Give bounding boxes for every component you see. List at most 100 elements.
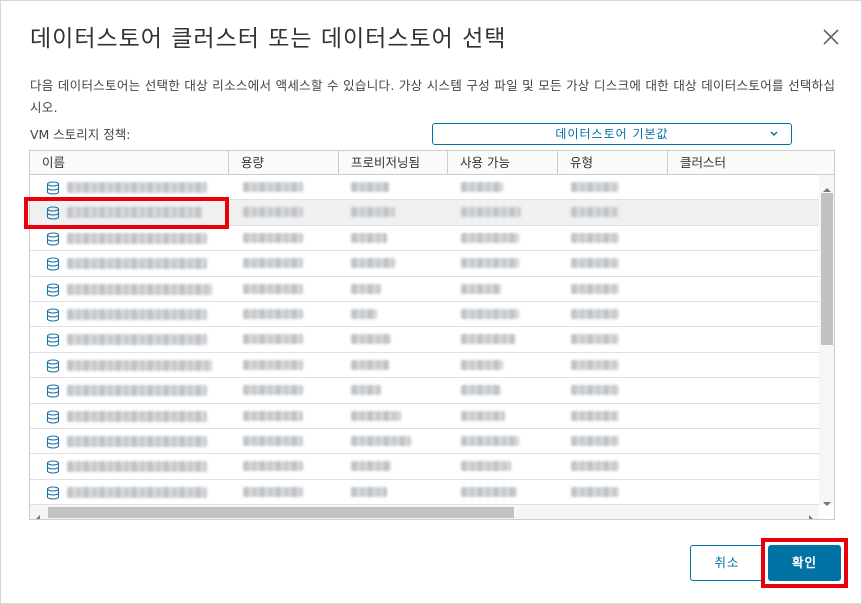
- grid-header: 이름 용량 프로비저닝됨 사용 가능 유형 클러스터: [30, 151, 834, 175]
- close-icon[interactable]: [819, 25, 843, 49]
- datastore-type: VMFS 6: [571, 309, 619, 319]
- column-header-type[interactable]: 유형: [558, 151, 668, 175]
- datastore-provisioned: x.xx TB: [351, 461, 391, 472]
- datastore-type: VMFS 6: [571, 410, 619, 421]
- datastore-select-dialog: 데이터스토어 클러스터 또는 데이터스토어 선택 다음 데이터스토어는 선택한 …: [0, 0, 862, 604]
- datastore-free: x.xx TB: [461, 182, 503, 192]
- datastore-type: VMFS 6: [571, 207, 619, 218]
- table-row[interactable]: Datastore-12 xxx.xx TB x.xx TB x.xx TB VMFS …: [30, 454, 819, 480]
- column-header-capacity[interactable]: 용량: [229, 151, 339, 175]
- datastore-name: Datastore-05: [67, 283, 212, 295]
- datastore-free: x.xx TB: [461, 486, 517, 497]
- datastore-free: x.xx TB: [461, 410, 505, 421]
- datastore-provisioned: x.xx TB: [351, 486, 387, 497]
- datastore-name: Datastore-09: [67, 385, 207, 397]
- datastore-capacity: xxx.xx TB: [243, 334, 303, 345]
- datastore-name: Datastore-11: [67, 436, 207, 447]
- column-header-cluster[interactable]: 클러스터: [668, 151, 819, 175]
- datastore-icon: [46, 256, 60, 271]
- datastore-type: VMFS 6: [571, 385, 619, 396]
- datastore-type: VMFS 6: [571, 232, 619, 243]
- vertical-scrollbar[interactable]: [819, 175, 834, 506]
- datastore-icon: [46, 358, 60, 373]
- datastore-type: VMFS 6: [571, 486, 619, 497]
- column-header-name[interactable]: 이름: [30, 151, 229, 175]
- datastore-type: VMFS 6: [571, 359, 619, 370]
- column-header-provisioned[interactable]: 프로비저닝됨: [339, 151, 448, 175]
- table-row[interactable]: Datastore-11 xxx.xx TB x.xx TB xxx.xx TB VMF…: [30, 429, 819, 455]
- table-row[interactable]: Datastore-08 xxx.xx TB x.xx TB x.xx TB VMFS …: [30, 353, 819, 379]
- datastore-provisioned: x.xx TB: [351, 283, 381, 294]
- table-row[interactable]: Datastore-02 xxx.xx TB x.xx TB xxx.xx TB VMF…: [30, 200, 819, 226]
- datastore-provisioned: x.xx TB: [351, 207, 395, 218]
- datastore-name: Datastore-02: [67, 207, 202, 219]
- datastore-capacity: xxx.xx TB: [243, 410, 303, 421]
- vertical-scroll-thumb[interactable]: [821, 193, 833, 345]
- datastore-free: x.xx TB: [461, 461, 511, 472]
- dialog-description: 다음 데이터스토어는 선택한 대상 리소스에서 액세스할 수 있습니다. 가상 …: [30, 78, 836, 115]
- table-row[interactable]: Datastore-07 xxx.xx TB x.xx TB x.xx TB VMFS …: [30, 327, 819, 353]
- table-row[interactable]: Datastore-10 xxx.xx TB xxx.xx TB x.xx TB VMF…: [30, 404, 819, 429]
- table-row[interactable]: Datastore-06 xxx.xx TB x.xx TB xxx.xx TB VMF…: [30, 302, 819, 328]
- datastore-capacity: xxx.xx TB: [243, 182, 303, 192]
- datastore-icon: [46, 307, 60, 322]
- datastore-capacity: xxx.xx TB: [243, 283, 303, 294]
- cancel-button[interactable]: 취소: [690, 545, 764, 581]
- storage-policy-select[interactable]: 데이터스토어 기본값: [432, 123, 792, 145]
- table-row[interactable]: Datastore-03 xxx.xx TB x.xx TB xxx.xx TB VMF…: [30, 226, 819, 252]
- datastore-name: Datastore-08: [67, 359, 212, 371]
- ok-button[interactable]: 확인: [768, 545, 841, 581]
- datastore-name: Datastore-04: [67, 258, 207, 270]
- table-row[interactable]: Datastore-05 xxx.xx TB x.xx TB x.xx TB VMFS …: [30, 277, 819, 302]
- table-row[interactable]: Datastore-13 xxx.xx TB x.xx TB x.xx TB VMFS …: [30, 480, 819, 505]
- datastore-free: xxx.xx TB: [461, 232, 519, 243]
- datastore-capacity: xxx.xx TB: [243, 309, 303, 319]
- datastore-free: x.xx TB: [461, 334, 515, 345]
- scroll-left-arrow-icon[interactable]: [34, 508, 42, 519]
- datastore-name: Datastore-12: [67, 461, 207, 473]
- scroll-up-arrow-icon[interactable]: [823, 179, 831, 192]
- datastore-icon: [46, 459, 60, 474]
- chevron-down-icon: [769, 124, 779, 144]
- scroll-right-arrow-icon[interactable]: [807, 508, 815, 519]
- column-header-free[interactable]: 사용 가능: [448, 151, 558, 175]
- storage-policy-value: 데이터스토어 기본값: [555, 127, 669, 141]
- datastore-free: x.xx TB: [461, 385, 501, 396]
- datastore-icon: [46, 434, 60, 449]
- datastore-free: xxx.xx TB: [461, 436, 519, 446]
- datastore-icon: [46, 205, 60, 220]
- datastore-name: Datastore-03: [67, 232, 207, 244]
- scroll-down-arrow-icon[interactable]: [823, 493, 831, 506]
- datastore-type: VMFS 6: [571, 182, 619, 192]
- datastore-name: Datastore-07: [67, 334, 207, 346]
- datastore-capacity: xxx.xx TB: [243, 359, 303, 370]
- table-row[interactable]: Datastore-09 xxx.xx TB x.xx TB x.xx TB VMFS …: [30, 378, 819, 404]
- datastore-type: VMFS 6: [571, 283, 619, 294]
- storage-policy-label: VM 스토리지 정책:: [30, 127, 131, 142]
- datastore-capacity: xxx.xx TB: [243, 207, 303, 218]
- datastore-provisioned: x.xx TB: [351, 436, 411, 446]
- datastore-type: VMFS 6: [571, 334, 619, 345]
- datastore-capacity: xxx.xx TB: [243, 436, 303, 446]
- horizontal-scroll-thumb[interactable]: [48, 507, 514, 518]
- datastore-provisioned: xxx.xx TB: [351, 410, 401, 421]
- datastore-capacity: xxx.xx TB: [243, 258, 303, 269]
- horizontal-scrollbar[interactable]: [30, 505, 819, 519]
- datastore-provisioned: x.xx TB: [351, 232, 387, 243]
- datastore-type: VMFS 6: [571, 258, 619, 269]
- datastore-provisioned: x.xx TB: [351, 359, 389, 370]
- datastore-capacity: xxx.xx TB: [243, 461, 303, 472]
- datastore-free: xxx.xx TB: [461, 309, 519, 319]
- datastore-free: x.xx TB: [461, 283, 501, 294]
- datastore-name: Datastore-13: [67, 486, 207, 498]
- datastore-icon: [46, 180, 60, 195]
- datastore-capacity: xxx.xx TB: [243, 486, 303, 497]
- table-row[interactable]: Datastore-04 xxx.xx TB x.xx TB x.xx TB VMFS …: [30, 251, 819, 277]
- datastore-icon: [46, 282, 60, 297]
- datastore-capacity: xxx.xx TB: [243, 232, 303, 243]
- datastore-provisioned: x.xx TB: [351, 385, 381, 396]
- table-row[interactable]: Datastore-01 xxx.xx TB x.xx TB x.xx TB VMFS …: [30, 175, 819, 201]
- datastore-provisioned: x.xx TB: [351, 309, 377, 319]
- datastore-provisioned: x.xx TB: [351, 334, 391, 345]
- datastore-icon: [46, 332, 60, 347]
